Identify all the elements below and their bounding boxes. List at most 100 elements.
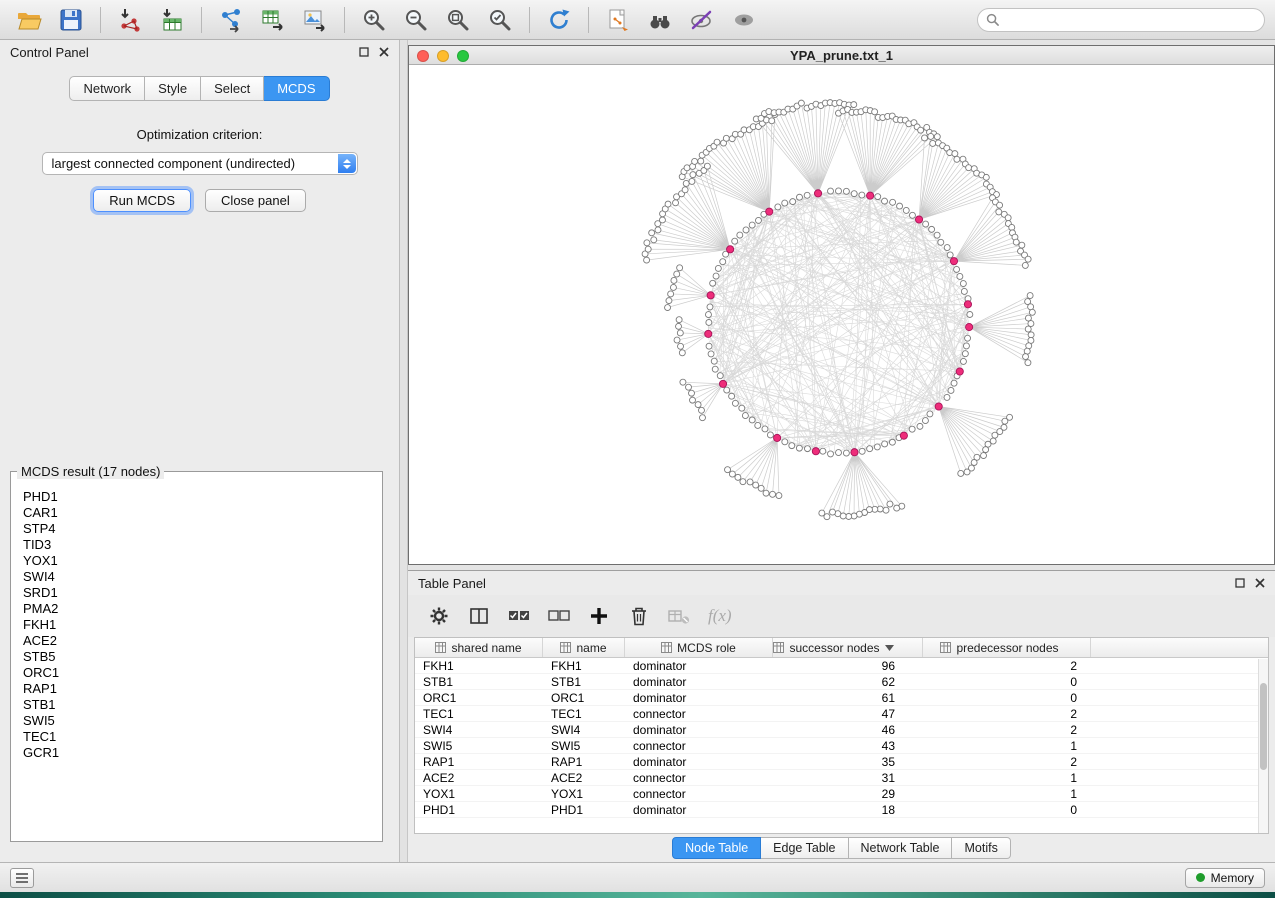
network-leaf-node[interactable] xyxy=(1023,354,1029,360)
dominator-node[interactable] xyxy=(727,246,734,253)
tab-style[interactable]: Style xyxy=(145,76,201,101)
network-node[interactable] xyxy=(790,199,796,205)
network-node[interactable] xyxy=(755,217,761,223)
network-node[interactable] xyxy=(929,226,935,232)
panel-menu-button[interactable] xyxy=(10,868,34,888)
dominator-node[interactable] xyxy=(774,434,781,441)
network-node[interactable] xyxy=(749,222,755,228)
export-image-button[interactable] xyxy=(296,4,334,36)
network-leaf-node[interactable] xyxy=(690,397,696,403)
network-node[interactable] xyxy=(875,194,881,200)
network-leaf-node[interactable] xyxy=(770,491,776,497)
network-leaf-node[interactable] xyxy=(1025,360,1031,366)
network-node[interactable] xyxy=(742,413,748,419)
network-leaf-node[interactable] xyxy=(851,102,857,108)
result-item[interactable]: TID3 xyxy=(23,537,370,553)
network-node[interactable] xyxy=(729,393,735,399)
network-leaf-node[interactable] xyxy=(689,390,695,396)
network-node[interactable] xyxy=(707,304,713,310)
network-leaf-node[interactable] xyxy=(695,402,701,408)
table-scrollbar[interactable] xyxy=(1258,659,1268,833)
network-node[interactable] xyxy=(828,451,834,457)
network-leaf-node[interactable] xyxy=(655,227,661,233)
table-row[interactable]: TEC1TEC1connector472 xyxy=(415,706,1268,722)
network-node[interactable] xyxy=(789,443,795,449)
network-leaf-node[interactable] xyxy=(1028,332,1034,338)
network-node[interactable] xyxy=(957,273,963,279)
network-node[interactable] xyxy=(859,448,865,454)
network-leaf-node[interactable] xyxy=(699,415,705,421)
network-node[interactable] xyxy=(944,394,950,400)
zoom-selected-button[interactable] xyxy=(481,4,519,36)
network-leaf-node[interactable] xyxy=(830,509,836,515)
network-leaf-node[interactable] xyxy=(740,479,746,485)
network-leaf-node[interactable] xyxy=(883,507,889,513)
network-leaf-node[interactable] xyxy=(677,265,683,271)
tab-select[interactable]: Select xyxy=(201,76,264,101)
network-node[interactable] xyxy=(743,227,749,233)
result-item[interactable]: ORC1 xyxy=(23,665,370,681)
network-leaf-node[interactable] xyxy=(692,158,698,164)
network-node[interactable] xyxy=(843,450,849,456)
network-leaf-node[interactable] xyxy=(644,257,650,263)
save-session-button[interactable] xyxy=(52,4,90,36)
network-node[interactable] xyxy=(927,411,933,417)
network-leaf-node[interactable] xyxy=(1022,262,1028,268)
network-node[interactable] xyxy=(890,199,896,205)
result-item[interactable]: SWI5 xyxy=(23,713,370,729)
select-all-button[interactable] xyxy=(502,601,536,631)
dominator-node[interactable] xyxy=(966,323,973,330)
network-node[interactable] xyxy=(720,259,726,265)
window-close-button[interactable] xyxy=(417,50,429,62)
network-node[interactable] xyxy=(947,252,953,258)
dominator-node[interactable] xyxy=(707,292,714,299)
network-leaf-node[interactable] xyxy=(872,109,878,115)
network-node[interactable] xyxy=(851,191,857,197)
network-node[interactable] xyxy=(882,198,888,204)
result-item[interactable]: STP4 xyxy=(23,521,370,537)
result-item[interactable]: PMA2 xyxy=(23,601,370,617)
network-leaf-node[interactable] xyxy=(735,474,741,480)
network-node[interactable] xyxy=(749,417,755,423)
network-node[interactable] xyxy=(732,400,738,406)
function-builder-button[interactable]: f(x) xyxy=(702,606,738,626)
network-leaf-node[interactable] xyxy=(894,505,900,511)
network-node[interactable] xyxy=(732,238,738,244)
dominator-node[interactable] xyxy=(766,208,773,215)
network-leaf-node[interactable] xyxy=(665,305,671,311)
network-leaf-node[interactable] xyxy=(952,151,958,157)
network-canvas[interactable] xyxy=(409,65,1274,564)
clone-network-button[interactable] xyxy=(599,4,637,36)
network-leaf-node[interactable] xyxy=(689,178,695,184)
result-item[interactable]: RAP1 xyxy=(23,681,370,697)
network-node[interactable] xyxy=(762,426,768,432)
table-row[interactable]: STB1STB1dominator620 xyxy=(415,674,1268,690)
network-leaf-node[interactable] xyxy=(769,118,775,124)
network-node[interactable] xyxy=(897,203,903,209)
float-table-panel-icon[interactable] xyxy=(1235,578,1245,588)
zoom-fit-button[interactable] xyxy=(439,4,477,36)
network-leaf-node[interactable] xyxy=(758,485,764,491)
dominator-node[interactable] xyxy=(950,258,957,265)
memory-button[interactable]: Memory xyxy=(1185,868,1265,888)
network-leaf-node[interactable] xyxy=(983,447,989,453)
network-node[interactable] xyxy=(820,448,826,454)
result-item[interactable]: SRD1 xyxy=(23,585,370,601)
table-row[interactable]: ACE2ACE2connector311 xyxy=(415,770,1268,786)
network-leaf-node[interactable] xyxy=(704,163,710,169)
network-leaf-node[interactable] xyxy=(1013,239,1019,245)
network-leaf-node[interactable] xyxy=(659,217,665,223)
network-leaf-node[interactable] xyxy=(674,271,680,277)
filter-view-button[interactable] xyxy=(683,4,721,36)
network-leaf-node[interactable] xyxy=(971,460,977,466)
dominator-node[interactable] xyxy=(915,216,922,223)
result-item[interactable]: CAR1 xyxy=(23,505,370,521)
network-leaf-node[interactable] xyxy=(966,165,972,171)
network-node[interactable] xyxy=(782,439,788,445)
network-leaf-node[interactable] xyxy=(723,135,729,141)
table-row[interactable]: FKH1FKH1dominator962 xyxy=(415,658,1268,674)
column-header-predecessor-nodes[interactable]: predecessor nodes xyxy=(923,638,1091,657)
result-item[interactable]: ACE2 xyxy=(23,633,370,649)
network-node[interactable] xyxy=(874,444,880,450)
network-node[interactable] xyxy=(796,194,802,200)
